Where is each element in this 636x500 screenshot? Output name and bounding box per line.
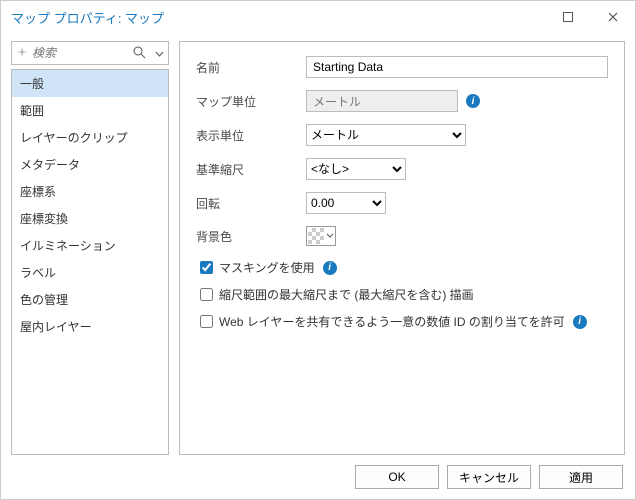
category-item[interactable]: イルミネーション [12, 232, 168, 259]
dialog-title: マップ プロパティ: マップ [11, 8, 164, 27]
category-item[interactable]: ラベル [12, 259, 168, 286]
sparkle-icon [16, 46, 28, 61]
name-input[interactable] [306, 56, 608, 78]
name-label: 名前 [196, 59, 306, 76]
maximize-button[interactable] [545, 1, 590, 33]
chevron-down-icon[interactable] [155, 48, 164, 62]
ref-scale-label: 基準縮尺 [196, 161, 306, 178]
chk-mask[interactable] [200, 261, 213, 274]
window-controls [545, 1, 635, 33]
category-list: 一般範囲レイヤーのクリップメタデータ座標系座標変換イルミネーションラベル色の管理… [11, 69, 169, 455]
info-icon[interactable]: i [466, 94, 480, 108]
close-button[interactable] [590, 1, 635, 33]
info-icon[interactable]: i [323, 261, 337, 275]
category-item[interactable]: レイヤーのクリップ [12, 124, 168, 151]
display-unit-select[interactable]: メートル [306, 124, 466, 146]
dialog-footer: OK キャンセル 適用 [1, 455, 635, 499]
info-icon[interactable]: i [573, 315, 587, 329]
ok-button[interactable]: OK [355, 465, 439, 489]
search-icon[interactable] [133, 46, 146, 62]
category-item[interactable]: メタデータ [12, 151, 168, 178]
map-unit-label: マップ単位 [196, 93, 306, 110]
bgcolor-label: 背景色 [196, 228, 306, 245]
category-item[interactable]: 座標系 [12, 178, 168, 205]
apply-button[interactable]: 適用 [539, 465, 623, 489]
map-unit-value [306, 90, 458, 112]
bgcolor-picker[interactable] [306, 226, 336, 246]
left-panel: 一般範囲レイヤーのクリップメタデータ座標系座標変換イルミネーションラベル色の管理… [11, 41, 169, 455]
category-item[interactable]: 範囲 [12, 97, 168, 124]
chk-draw-label: 縮尺範囲の最大縮尺まで (最大縮尺を含む) 描画 [219, 286, 474, 303]
form-panel: 名前 マップ単位 i 表示単位 メートル 基準縮尺 <なし> [179, 41, 625, 455]
ref-scale-select[interactable]: <なし> [306, 158, 406, 180]
chk-webid-label: Web レイヤーを共有できるよう一意の数値 ID の割り当てを許可 [219, 313, 565, 330]
display-unit-label: 表示単位 [196, 127, 306, 144]
transparent-swatch-icon [308, 228, 324, 244]
rotation-select[interactable]: 0.00 [306, 192, 386, 214]
category-item[interactable]: 一般 [12, 70, 168, 97]
category-item[interactable]: 色の管理 [12, 286, 168, 313]
category-item[interactable]: 屋内レイヤー [12, 313, 168, 340]
cancel-button[interactable]: キャンセル [447, 465, 531, 489]
chk-mask-label: マスキングを使用 [219, 259, 315, 276]
rotation-label: 回転 [196, 195, 306, 212]
dialog-window: マップ プロパティ: マップ 一 [0, 0, 636, 500]
chk-webid[interactable] [200, 315, 213, 328]
titlebar: マップ プロパティ: マップ [1, 1, 635, 33]
dialog-body: 一般範囲レイヤーのクリップメタデータ座標系座標変換イルミネーションラベル色の管理… [1, 33, 635, 455]
category-item[interactable]: 座標変換 [12, 205, 168, 232]
search-box[interactable] [11, 41, 169, 65]
chk-draw[interactable] [200, 288, 213, 301]
